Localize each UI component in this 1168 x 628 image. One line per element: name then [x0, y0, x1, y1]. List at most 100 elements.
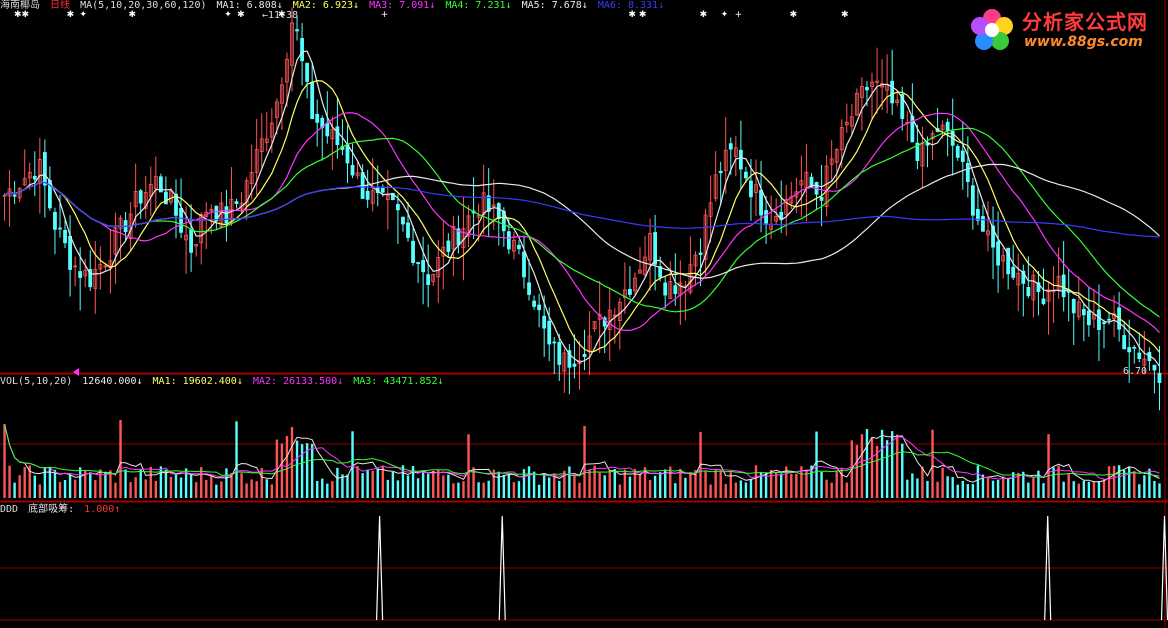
volume-bar	[714, 469, 717, 498]
volume-bar	[1006, 478, 1010, 498]
volume-bar	[406, 475, 410, 498]
candle-body	[547, 320, 552, 345]
logo-title: 分析家公式网	[1022, 10, 1148, 34]
flower-logo-icon	[971, 9, 1013, 50]
volume-bar	[94, 480, 97, 498]
candle-body	[1061, 274, 1066, 298]
volume-bar	[426, 473, 430, 498]
price-header: 海南椰岛 日线 MA(5,10,20,30,60,120) MA1: 6.808…	[0, 0, 668, 12]
volume-bar	[790, 474, 793, 498]
volume-bar	[467, 434, 470, 498]
volume-bar	[583, 426, 586, 498]
volume-bar	[240, 473, 243, 498]
volume-bar	[154, 480, 158, 498]
ma2-value: MA2: 6.923↓	[292, 0, 360, 11]
site-logo: 分析家公式网 www.88gs.com	[968, 4, 1163, 56]
volume-bar	[820, 471, 823, 498]
volume-bar	[452, 483, 455, 498]
volume-bar	[1133, 471, 1136, 498]
volume-bar	[830, 482, 833, 498]
volume-bar	[114, 482, 117, 498]
volume-bar	[1107, 466, 1111, 498]
volume-bar	[391, 471, 395, 498]
volume-bar	[880, 429, 884, 498]
volume-bar	[321, 478, 324, 498]
volume-bar	[502, 474, 506, 498]
candle-body	[673, 285, 678, 294]
volume-bar	[1047, 434, 1050, 498]
candle-body	[819, 196, 824, 201]
candle-body	[380, 187, 385, 193]
volume-bar	[986, 477, 990, 498]
volume-bar	[225, 468, 228, 498]
stock-chart[interactable]: ✱✱ ✱ ✦ ✱ ✦ ✱ ✱ + ✱ ✱ ✱ ✦ + ✱ ✱	[0, 0, 1168, 628]
volume-bar	[613, 469, 616, 498]
candle-body	[552, 341, 557, 344]
volume-bar	[522, 469, 526, 498]
volume-bar	[976, 465, 980, 498]
volume-bar	[416, 478, 420, 498]
volume-bar	[754, 465, 758, 498]
volume-bar	[58, 481, 62, 498]
volume-bar	[931, 429, 934, 498]
vol-ma1-value: MA1: 19602.400↓	[152, 376, 243, 387]
candle-body	[955, 146, 960, 158]
volume-bar	[447, 474, 450, 498]
candle-body	[517, 244, 521, 250]
candle-body	[406, 222, 410, 238]
volume-bar	[658, 472, 662, 498]
candle-body	[446, 240, 451, 252]
candle-body	[698, 252, 703, 256]
candle-body	[396, 204, 400, 211]
volume-bar	[487, 480, 490, 498]
volume-bar	[386, 479, 390, 498]
candle-body	[78, 271, 83, 278]
volume-bar	[144, 479, 147, 498]
volume-bar	[316, 481, 319, 498]
volume-bar	[215, 484, 218, 498]
volume-bar	[1092, 481, 1096, 498]
volume-bar	[73, 479, 77, 498]
volume-bar	[139, 469, 142, 498]
volume-bar	[336, 467, 339, 498]
volume-bar	[719, 470, 722, 498]
volume-bar	[109, 470, 112, 498]
candle-body	[1152, 364, 1157, 371]
volume-bar	[174, 474, 178, 498]
volume-bar	[8, 465, 11, 498]
volume-bar	[1062, 481, 1065, 498]
volume-bar	[749, 479, 753, 498]
logo-url: www.88gs.com	[1024, 34, 1143, 50]
candle-body	[1137, 352, 1142, 359]
volume-bar	[421, 470, 425, 498]
candle-body	[1071, 298, 1076, 314]
candle-body	[542, 315, 547, 329]
volume-bar	[1122, 470, 1126, 498]
volume-bar	[593, 465, 596, 498]
cursor-marker-icon	[73, 368, 79, 376]
volume-bar	[482, 482, 485, 498]
candle-body	[1127, 347, 1132, 353]
period-label[interactable]: 日线	[50, 0, 70, 11]
volume-bar	[911, 473, 914, 498]
volume-bar	[1153, 480, 1156, 498]
volume-bar	[295, 440, 299, 498]
candle-body	[42, 152, 47, 186]
candle-body	[12, 194, 17, 197]
vol-ma3-value: MA3: 43471.852↓	[353, 376, 444, 387]
volume-bar	[437, 469, 440, 498]
volume-bar	[996, 479, 1000, 498]
candle-body	[224, 206, 229, 224]
volume-bar	[18, 475, 21, 498]
volume-bar	[568, 466, 571, 498]
candle-body	[401, 216, 405, 225]
indicator-name: 底部吸筹:	[28, 504, 75, 515]
volume-bar	[684, 477, 687, 498]
candle-body	[179, 207, 183, 233]
volume-bar	[3, 424, 6, 498]
volume-bar	[270, 484, 274, 498]
volume-bar	[598, 472, 601, 498]
volume-bar	[326, 483, 329, 498]
candle-body	[759, 189, 763, 216]
volume-bar	[194, 482, 198, 498]
